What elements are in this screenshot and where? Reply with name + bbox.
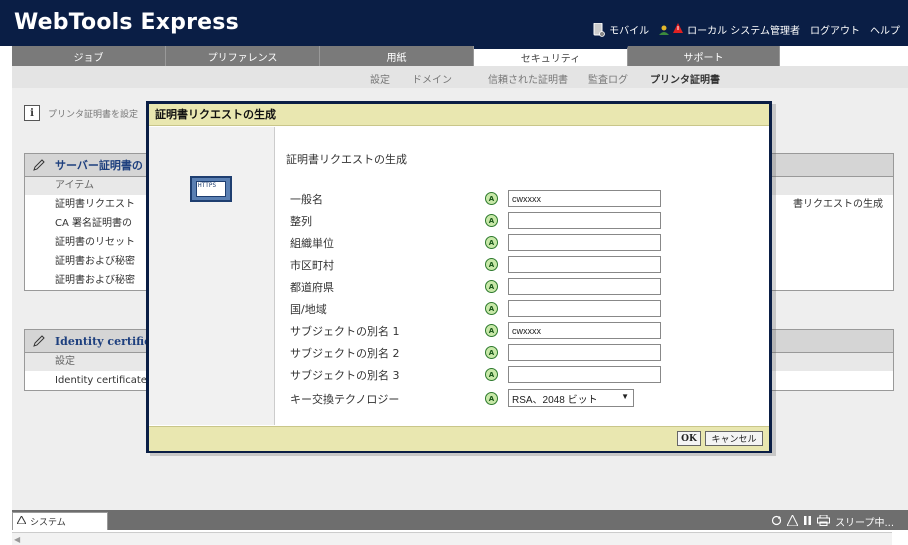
subnav-trusted-certs[interactable]: 信頼された証明書 [488, 71, 568, 86]
cancel-button[interactable]: キャンセル [705, 431, 763, 446]
horizontal-scrollbar[interactable]: ◀ [12, 532, 892, 545]
subnav-audit-log[interactable]: 監査ログ [588, 71, 628, 86]
tab-jobs[interactable]: ジョブ [12, 46, 166, 66]
tab-support[interactable]: サポート [628, 46, 780, 66]
printer-status-text: スリープ中... [835, 518, 894, 529]
dialog-panel: 証明書リクエストの生成 HTTPS 証明書リクエストの生成 一般名 A 整列 A… [149, 104, 769, 451]
admin-user[interactable]: ローカル システム管理者 [659, 22, 800, 37]
system-label: システム [30, 518, 66, 528]
state-label: 都道府県 [290, 281, 334, 294]
status-bar: システム スリープ中... [12, 510, 908, 530]
printer-icon [817, 514, 831, 529]
mobile-label: モバイル [609, 26, 650, 37]
pencil-icon [33, 335, 45, 347]
key-exchange-label: キー交換テクノロジー [290, 393, 400, 406]
logout-link[interactable]: ログアウト [810, 22, 860, 37]
required-icon: A [485, 280, 498, 293]
field-row-city: 市区町村 A [290, 256, 750, 273]
key-exchange-value: RSA、2048 ビット [512, 394, 598, 406]
app-title: WebTools Express [14, 10, 239, 35]
subnav-domain[interactable]: ドメイン [412, 71, 452, 86]
help-link[interactable]: ヘルプ [870, 22, 900, 37]
required-icon: A [485, 214, 498, 227]
san-2-input[interactable] [508, 344, 661, 361]
field-row-common-name: 一般名 A [290, 190, 750, 207]
warning-icon [673, 23, 684, 36]
list-item-label: 証明書リクエスト [55, 199, 135, 210]
san-1-label: サブジェクトの別名 1 [290, 325, 400, 338]
org-unit-input[interactable] [508, 234, 661, 251]
tab-security[interactable]: セキュリティ [474, 46, 628, 66]
san-3-input[interactable] [508, 366, 661, 383]
subnav-settings[interactable]: 設定 [370, 71, 390, 86]
cert-request-dialog: 証明書リクエストの生成 HTTPS 証明書リクエストの生成 一般名 A 整列 A… [146, 101, 772, 453]
dialog-footer: OK キャンセル [149, 426, 769, 451]
org-unit-label: 組織単位 [290, 237, 334, 250]
https-certificate-icon: HTTPS [190, 176, 232, 202]
required-icon: A [485, 346, 498, 359]
app-header: WebTools Express モバイル ローカル システム管理者 ログアウト… [0, 0, 908, 46]
triangle-icon [16, 514, 27, 527]
field-row-state: 都道府県 A [290, 278, 750, 295]
https-icon-label: HTTPS [196, 181, 226, 197]
printer-status: スリープ中... [771, 513, 894, 529]
dialog-heading: 証明書リクエストの生成 [286, 153, 407, 166]
required-icon: A [485, 236, 498, 249]
dialog-sidebar: HTTPS [149, 127, 275, 425]
field-row-key-exchange: キー交換テクノロジー A RSA、2048 ビット ▼ [290, 389, 750, 407]
san-3-label: サブジェクトの別名 3 [290, 369, 400, 382]
mobile-phone-icon [593, 22, 606, 37]
security-subnav: 設定 ドメイン 信頼された証明書 監査ログ プリンタ証明書 [12, 66, 908, 90]
required-icon: A [485, 258, 498, 271]
dialog-title: 証明書リクエストの生成 [149, 104, 769, 126]
field-row-san-2: サブジェクトの別名 2 A [290, 344, 750, 361]
required-icon: A [485, 368, 498, 381]
pencil-icon [33, 159, 45, 171]
state-input[interactable] [508, 278, 661, 295]
country-input[interactable] [508, 300, 661, 317]
admin-label: ローカル システム管理者 [687, 26, 800, 37]
dialog-body: 証明書リクエストの生成 一般名 A 整列 A 組織単位 A 市区町村 A [275, 127, 769, 425]
field-row-org-unit: 組織単位 A [290, 234, 750, 251]
system-tab[interactable]: システム [12, 512, 108, 530]
mobile-link[interactable]: モバイル [593, 22, 649, 37]
san-2-label: サブジェクトの別名 2 [290, 347, 400, 360]
country-label: 国/地域 [290, 303, 327, 316]
field-row-country: 国/地域 A [290, 300, 750, 317]
required-icon: A [485, 392, 498, 405]
key-exchange-select[interactable]: RSA、2048 ビット ▼ [508, 389, 634, 407]
field-row-organization: 整列 A [290, 212, 750, 229]
city-input[interactable] [508, 256, 661, 273]
san-1-input[interactable] [508, 322, 661, 339]
required-icon: A [485, 302, 498, 315]
pause-icon [803, 515, 812, 529]
refresh-icon[interactable] [771, 515, 782, 529]
organization-label: 整列 [290, 215, 312, 228]
ok-button[interactable]: OK [677, 431, 701, 446]
field-row-san-1: サブジェクトの別名 1 A [290, 322, 750, 339]
info-text: プリンタ証明書を設定 [48, 109, 139, 120]
dropdown-arrow-icon: ▼ [621, 392, 629, 401]
required-icon: A [485, 324, 498, 337]
user-icon [659, 25, 670, 35]
main-tabs: ジョブ プリファレンス 用紙 セキュリティ サポート [12, 46, 780, 66]
field-row-san-3: サブジェクトの別名 3 A [290, 366, 750, 383]
common-name-label: 一般名 [290, 193, 323, 206]
server-cert-title: サーバー証明書の [55, 159, 143, 172]
list-item-action[interactable]: 書リクエストの生成 [793, 195, 883, 214]
header-actions: モバイル ローカル システム管理者 ログアウト ヘルプ [593, 22, 900, 37]
organization-input[interactable] [508, 212, 661, 229]
alert-icon [786, 513, 799, 529]
required-icon: A [485, 192, 498, 205]
tab-preferences[interactable]: プリファレンス [166, 46, 320, 66]
info-icon: i [24, 105, 40, 121]
info-row: i プリンタ証明書を設定 [24, 105, 138, 121]
common-name-input[interactable] [508, 190, 661, 207]
identity-cert-title: Identity certific [55, 334, 151, 348]
scroll-left-icon[interactable]: ◀ [14, 535, 20, 544]
tab-paper[interactable]: 用紙 [320, 46, 474, 66]
city-label: 市区町村 [290, 259, 334, 272]
